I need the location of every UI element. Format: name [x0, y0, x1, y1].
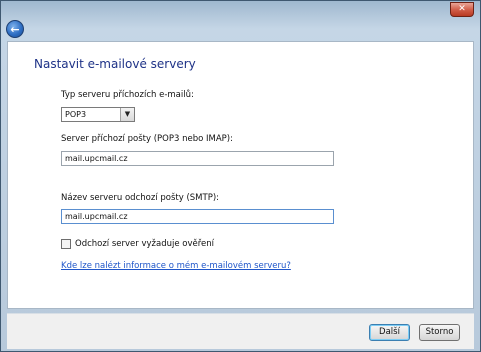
button-footer: Další Storno	[7, 313, 474, 349]
outgoing-server-input[interactable]: mail.upcmail.cz	[61, 209, 334, 224]
back-arrow-icon: ←	[10, 22, 20, 36]
incoming-type-select[interactable]: POP3 ▼	[61, 107, 135, 122]
incoming-server-input[interactable]: mail.upcmail.cz	[61, 151, 334, 166]
incoming-server-label: Server příchozí pošty (POP3 nebo IMAP):	[61, 134, 233, 144]
back-button[interactable]: ←	[6, 20, 24, 38]
chevron-down-icon[interactable]: ▼	[120, 108, 134, 121]
incoming-type-value: POP3	[65, 110, 87, 119]
incoming-server-value: mail.upcmail.cz	[65, 154, 128, 163]
page-title: Nastavit e-mailové servery	[34, 57, 196, 71]
outgoing-server-value: mail.upcmail.cz	[65, 212, 128, 221]
close-icon: ✕	[458, 4, 466, 14]
close-button[interactable]: ✕	[450, 2, 474, 17]
auth-checkbox[interactable]	[61, 239, 71, 249]
help-link[interactable]: Kde lze nalézt informace o mém e-mailové…	[61, 261, 291, 271]
content-panel: Nastavit e-mailové servery Typ serveru p…	[7, 41, 474, 309]
next-button[interactable]: Další	[369, 324, 410, 341]
auth-checkbox-label[interactable]: Odchozí server vyžaduje ověření	[75, 239, 214, 249]
dialog-window: ← ✕ Nastavit e-mailové servery Typ serve…	[0, 0, 481, 352]
cancel-button[interactable]: Storno	[419, 324, 460, 341]
title-bar: ← ✕	[1, 1, 480, 39]
incoming-type-label: Typ serveru příchozích e-mailů:	[61, 90, 194, 100]
outgoing-server-label: Název serveru odchozí pošty (SMTP):	[61, 193, 220, 203]
